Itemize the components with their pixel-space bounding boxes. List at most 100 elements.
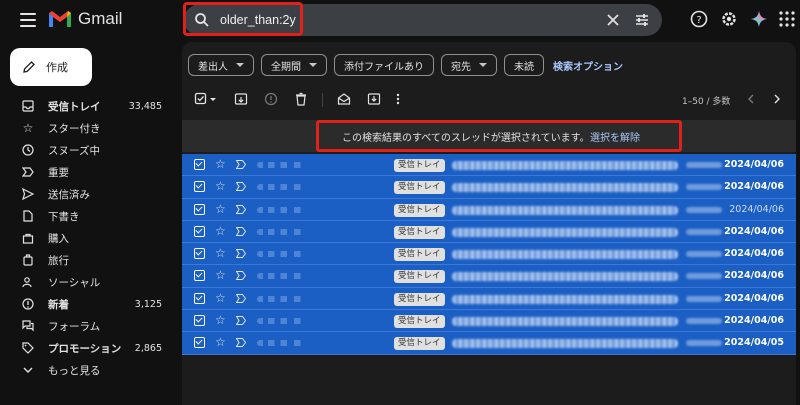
hamburger-menu-icon[interactable] [20,13,36,27]
report-spam-icon[interactable] [264,92,278,106]
archive-icon[interactable] [234,92,248,106]
search-bar[interactable] [184,4,662,36]
pencil-icon [23,61,35,73]
timestamp-blurred [686,340,722,347]
subject-snippet-blurred [452,294,678,304]
older-page-icon[interactable] [770,92,784,106]
promotion-icon [22,342,34,354]
row-checkbox[interactable] [194,337,205,349]
star-icon[interactable]: ☆ [215,268,226,282]
top-bar: Gmail ? [0,0,800,40]
help-icon[interactable]: ? [690,10,708,28]
table-row[interactable]: ☆ 受信トレイ 2024/04/06 [182,310,796,333]
important-marker-icon[interactable] [236,271,246,281]
sidebar-item-label: 購入 [48,232,69,245]
search-icon[interactable] [194,12,210,28]
advanced-search-link[interactable]: 検索オプション [553,58,623,73]
sidebar-nav: 受信トレイ 33,485 ☆ スター付き スヌーズ中 重要 送信済み 下書き 購… [0,95,176,381]
important-marker-icon[interactable] [236,316,246,326]
timestamp-blurred [686,206,722,213]
row-checkbox[interactable] [194,225,205,237]
star-icon[interactable]: ☆ [215,291,226,305]
table-row[interactable]: ☆ 受信トレイ 2024/04/06 [182,220,796,244]
search-input[interactable] [220,9,580,31]
filter-chip-from[interactable]: 差出人 [188,54,254,76]
sidebar-item-snoozed[interactable]: スヌーズ中 [0,139,176,161]
filter-chip-unread[interactable]: 未読 [504,54,544,76]
sidebar-item-label: 旅行 [48,254,69,267]
inbox-label-chip: 受信トレイ [394,292,445,306]
row-checkbox[interactable] [194,203,205,215]
sidebar-item-sent[interactable]: 送信済み [0,183,176,205]
star-icon[interactable]: ☆ [215,202,226,216]
sender-name-blurred [257,184,319,191]
filter-chip-any-time[interactable]: 全期間 [261,54,327,76]
table-row[interactable]: ☆ 受信トレイ 2024/04/06 [182,265,796,288]
star-icon[interactable]: ☆ [215,157,226,171]
important-marker-icon[interactable] [236,226,246,236]
caret-down-icon [236,63,244,67]
star-icon[interactable]: ☆ [215,246,226,260]
important-marker-icon[interactable] [236,204,246,214]
table-row[interactable]: ☆ 受信トレイ 2024/04/06 [182,198,796,221]
important-marker-icon[interactable] [236,338,246,348]
sidebar-item-starred[interactable]: ☆ スター付き [0,117,176,139]
clear-search-icon[interactable] [606,13,620,27]
sender-name-blurred [257,251,319,258]
gmail-logo-icon[interactable] [48,9,72,29]
brand-name[interactable]: Gmail [78,9,122,29]
table-row[interactable]: ☆ 受信トレイ 2024/04/05 [182,332,796,355]
row-checkbox[interactable] [194,181,205,193]
star-icon[interactable]: ☆ [215,313,226,327]
newer-page-icon[interactable] [744,92,758,106]
move-to-icon[interactable] [367,92,381,106]
row-checkbox[interactable] [194,248,205,260]
settings-gear-icon[interactable] [720,10,738,28]
sidebar-item-purchases[interactable]: 購入 [0,227,176,249]
row-checkbox[interactable] [194,292,205,304]
sidebar-item-updates[interactable]: 新着 3,125 [0,293,176,315]
important-marker-icon[interactable] [236,249,246,259]
apps-grid-icon[interactable] [778,10,796,28]
star-icon[interactable]: ☆ [215,179,226,193]
sidebar-item-promotions[interactable]: プロモーション 2,865 [0,337,176,359]
important-marker-icon[interactable] [236,160,246,169]
sidebar-item-social[interactable]: ソーシャル [0,271,176,293]
unread-count: 3,125 [134,298,162,310]
unread-count: 2,865 [134,342,162,354]
row-checkbox[interactable] [194,270,205,282]
table-row[interactable]: ☆ 受信トレイ 2024/04/06 [182,243,796,266]
sidebar-item-forums[interactable]: フォーラム [0,315,176,337]
compose-button[interactable]: 作成 [10,48,92,86]
filter-chip-has-attachment[interactable]: 添付ファイルあり [334,54,434,76]
table-row[interactable]: ☆ 受信トレイ 2024/04/06 [182,287,796,311]
select-all-checkbox-icon[interactable] [194,92,208,106]
subject-snippet-blurred [452,227,678,237]
select-dropdown-icon[interactable] [209,92,217,106]
svg-text:?: ? [696,15,701,26]
table-row[interactable]: ☆ 受信トレイ 2024/04/06 [182,176,796,199]
search-options-icon[interactable] [634,12,650,28]
inbox-label-chip: 受信トレイ [394,270,445,284]
mark-as-read-icon[interactable] [337,92,351,106]
send-icon [22,188,34,200]
important-marker-icon[interactable] [236,293,246,303]
gemini-icon[interactable] [750,10,768,28]
more-options-icon[interactable] [395,92,401,106]
delete-trash-icon[interactable] [294,92,308,106]
star-icon[interactable]: ☆ [215,224,226,238]
gmail-app: Gmail ? [0,0,800,405]
filter-chip-to[interactable]: 宛先 [441,54,497,76]
table-row[interactable]: ☆ 受信トレイ 2024/04/06 [182,154,796,177]
row-checkbox[interactable] [194,159,205,170]
sidebar-item-inbox[interactable]: 受信トレイ 33,485 [0,95,176,117]
inbox-label-chip: 受信トレイ [394,337,445,351]
sidebar-item-drafts[interactable]: 下書き [0,205,176,227]
sidebar-item-travel[interactable]: 旅行 [0,249,176,271]
row-checkbox[interactable] [194,315,205,327]
star-icon[interactable]: ☆ [215,335,226,349]
important-marker-icon[interactable] [236,182,246,192]
clear-selection-link[interactable]: 選択を解除 [590,129,640,144]
sidebar-item-important[interactable]: 重要 [0,161,176,183]
sidebar-item-more[interactable]: もっと見る [0,359,176,381]
